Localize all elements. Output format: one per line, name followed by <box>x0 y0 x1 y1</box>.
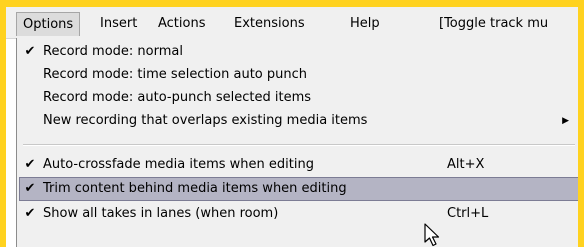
menu-item-label: Record mode: auto-punch selected items <box>43 90 312 105</box>
menu-item-label: New recording that overlaps existing med… <box>43 113 368 128</box>
menu-options[interactable]: Options <box>16 12 81 36</box>
menu-item-new-recording-overlaps[interactable]: New recording that overlaps existing med… <box>19 109 578 133</box>
menu-item-trim-content[interactable]: ✔ Trim content behind media items when e… <box>19 177 578 201</box>
menu-toggle-track-mute[interactable]: [Toggle track mu <box>439 15 548 33</box>
menu-item-label: Trim content behind media items when edi… <box>43 181 347 196</box>
checkmark-icon: ✔ <box>24 44 36 59</box>
mouse-pointer-icon <box>424 223 440 247</box>
menu-item-label: Record mode: normal <box>43 44 183 59</box>
menu-extensions[interactable]: Extensions <box>234 15 305 33</box>
menu-item-shortcut: Ctrl+L <box>447 206 489 221</box>
menu-bar: Options Insert Actions Extensions Help [… <box>6 7 578 39</box>
checkmark-icon: ✔ <box>24 181 36 196</box>
menu-item-label: Record mode: time selection auto punch <box>43 67 307 82</box>
checkmark-icon: ✔ <box>24 206 36 221</box>
menu-item-record-mode-normal[interactable]: ✔ Record mode: normal <box>19 40 578 64</box>
menu-item-record-mode-time-selection[interactable]: Record mode: time selection auto punch <box>19 63 578 87</box>
options-dropdown-menu: ✔ Record mode: normal Record mode: time … <box>16 38 578 247</box>
menu-item-record-mode-auto-punch[interactable]: Record mode: auto-punch selected items <box>19 86 578 110</box>
menu-item-show-all-takes[interactable]: ✔ Show all takes in lanes (when room) Ct… <box>19 202 578 226</box>
menu-item-label: Auto-crossfade media items when editing <box>43 157 314 172</box>
menu-insert[interactable]: Insert <box>100 15 137 33</box>
menu-item-shortcut: Alt+X <box>447 157 485 172</box>
checkmark-icon: ✔ <box>24 157 36 172</box>
menu-help[interactable]: Help <box>350 15 380 33</box>
menu-item-auto-crossfade[interactable]: ✔ Auto-crossfade media items when editin… <box>19 153 578 177</box>
menu-item-label: Show all takes in lanes (when room) <box>43 206 279 221</box>
menu-separator <box>23 144 575 146</box>
screenshot-frame: Options Insert Actions Extensions Help [… <box>0 0 584 247</box>
menu-actions[interactable]: Actions <box>158 15 206 33</box>
submenu-arrow-icon: ▶ <box>562 116 569 126</box>
